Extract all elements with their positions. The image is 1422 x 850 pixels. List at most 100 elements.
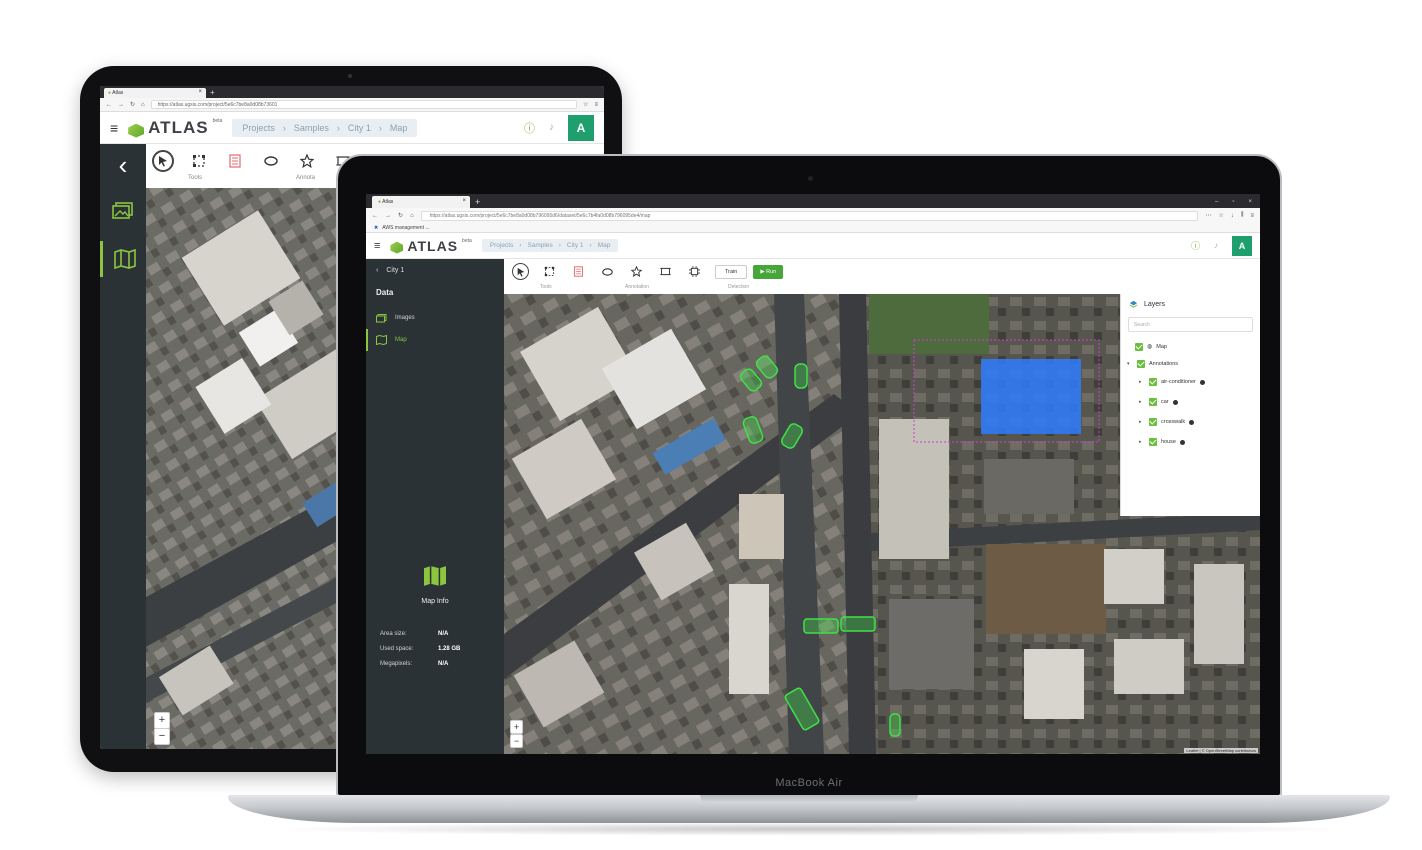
forward-arrow-icon[interactable]: →: [118, 102, 124, 108]
breadcrumb-city[interactable]: City 1: [348, 123, 371, 133]
ellipse-tool-button[interactable]: [599, 263, 616, 280]
help-icon[interactable]: ⓘ: [1191, 239, 1200, 252]
reload-icon[interactable]: ↻: [130, 101, 135, 108]
home-icon[interactable]: ⌂: [410, 213, 414, 219]
forward-arrow-icon[interactable]: →: [385, 213, 391, 219]
address-field[interactable]: https://atlas.ugsis.com/project/5e6c7be8…: [420, 210, 1199, 221]
back-arrow-icon[interactable]: ←: [106, 102, 112, 108]
laptop-browser-tab[interactable]: ● Atlas ×: [372, 196, 470, 208]
atlas-logo-icon: [128, 123, 145, 138]
home-icon[interactable]: ⌂: [141, 102, 145, 108]
layer-crosswalk[interactable]: ▸ crosswalk: [1121, 412, 1260, 432]
tab-title: Atlas: [382, 199, 394, 205]
close-tab-icon[interactable]: ×: [462, 198, 466, 204]
atlas-logo[interactable]: ATLAS beta: [390, 238, 472, 254]
select-tool-button[interactable]: [512, 263, 529, 280]
map-icon: [113, 249, 136, 269]
breadcrumb-projects[interactable]: Projects: [490, 242, 513, 249]
star-icon[interactable]: ☆: [583, 101, 588, 108]
tablet-browser-tabbar: ● Atlas × +: [100, 86, 604, 98]
detection-tool-button[interactable]: [686, 263, 703, 280]
help-icon[interactable]: ⓘ: [524, 120, 535, 136]
breadcrumb-city[interactable]: City 1: [567, 242, 584, 249]
new-tab-icon[interactable]: +: [210, 88, 215, 98]
breadcrumb-map[interactable]: Map: [390, 123, 408, 133]
zoom-out-button[interactable]: −: [154, 728, 170, 745]
breadcrumb-samples[interactable]: Samples: [527, 242, 552, 249]
address-field[interactable]: https://atlas.ugsis.com/project/5e6c7be8…: [150, 100, 578, 109]
select-tool-button[interactable]: [152, 150, 174, 172]
bell-icon[interactable]: ♪: [1214, 241, 1218, 250]
avatar[interactable]: A: [1232, 235, 1252, 256]
download-icon[interactable]: ↓: [1231, 213, 1234, 219]
layers-search-input[interactable]: Search: [1128, 317, 1253, 332]
new-tab-icon[interactable]: +: [475, 196, 480, 208]
tab-favicon-icon: ●: [378, 199, 382, 205]
layer-annotations[interactable]: ▾ Annotations: [1121, 355, 1260, 372]
avatar[interactable]: A: [568, 114, 594, 141]
laptop-app-body: ‹ City 1 Data Images Map Map Info Area s…: [366, 259, 1260, 754]
layer-car[interactable]: ▸ car: [1121, 392, 1260, 412]
menu-icon[interactable]: ≡: [594, 102, 598, 108]
back-to-dataset[interactable]: ‹ City 1: [366, 259, 504, 282]
map-attribution[interactable]: Leaflet | © OpenStreetMap contributors: [1184, 748, 1258, 753]
train-button[interactable]: Train: [715, 265, 748, 279]
sidebar-item-map[interactable]: [100, 241, 146, 277]
caret-down-icon[interactable]: ▾: [1127, 361, 1133, 367]
breadcrumb-map[interactable]: Map: [598, 242, 611, 249]
layer-house[interactable]: ▸ house: [1121, 432, 1260, 452]
hamburger-menu-icon[interactable]: ≡: [110, 120, 118, 136]
close-tab-icon[interactable]: ×: [198, 89, 202, 95]
sidebar-item-images[interactable]: [100, 193, 146, 229]
polygon-tool-button[interactable]: [188, 150, 210, 172]
close-window-icon[interactable]: ×: [1248, 199, 1252, 205]
caret-right-icon[interactable]: ▸: [1139, 419, 1145, 425]
back-chevron-icon[interactable]: ‹: [100, 150, 146, 181]
breadcrumb-projects[interactable]: Projects: [242, 123, 275, 133]
sidebar-section-title: Data: [376, 288, 394, 297]
layer-checkbox[interactable]: [1149, 378, 1157, 386]
layer-checkbox[interactable]: [1149, 418, 1157, 426]
delete-tool-button[interactable]: [224, 150, 246, 172]
bbox-tool-button[interactable]: [657, 263, 674, 280]
sidebar-item-images[interactable]: Images: [366, 307, 504, 329]
sidebar-item-map[interactable]: Map: [366, 329, 504, 351]
back-arrow-icon[interactable]: ←: [372, 213, 378, 219]
polygon-tool-button[interactable]: [541, 263, 558, 280]
layer-checkbox[interactable]: [1137, 359, 1145, 368]
layer-map[interactable]: ◍ Map: [1121, 338, 1260, 355]
tablet-browser-tab[interactable]: ● Atlas ×: [104, 88, 206, 98]
stat-key: Megapixels:: [380, 661, 413, 667]
bell-icon[interactable]: ♪: [549, 122, 554, 133]
hamburger-menu-icon[interactable]: ≡: [374, 240, 380, 252]
reload-icon[interactable]: ↻: [398, 212, 403, 219]
atlas-logo[interactable]: ATLAS beta: [128, 118, 222, 138]
star-tool-button[interactable]: [628, 263, 645, 280]
breadcrumb-samples[interactable]: Samples: [294, 123, 329, 133]
delete-tool-button[interactable]: [570, 263, 587, 280]
star-icon[interactable]: ☆: [1218, 212, 1223, 219]
maximize-icon[interactable]: ▫: [1232, 199, 1234, 205]
layer-checkbox[interactable]: [1149, 398, 1157, 406]
layer-air-conditioner[interactable]: ▸ air-conditioner: [1121, 372, 1260, 392]
laptop-map-view[interactable]: Layers Search ◍ Map ▾ Annotations ▸ air-…: [504, 294, 1260, 754]
bookmark-aws-management[interactable]: AWS management ...: [382, 225, 429, 231]
ellipse-icon: [602, 267, 613, 276]
run-button[interactable]: ▶ Run: [753, 265, 784, 279]
star-tool-button[interactable]: [296, 150, 318, 172]
zoom-in-button[interactable]: +: [154, 712, 170, 729]
caret-right-icon[interactable]: ▸: [1139, 379, 1145, 385]
caret-right-icon[interactable]: ▸: [1139, 439, 1145, 445]
ellipse-icon: [264, 156, 278, 166]
minimize-icon[interactable]: –: [1215, 199, 1218, 205]
menu-icon[interactable]: ≡: [1250, 213, 1254, 219]
ellipse-tool-button[interactable]: [260, 150, 282, 172]
library-icon[interactable]: ⫼: [1241, 212, 1244, 219]
zoom-in-button[interactable]: +: [510, 720, 523, 734]
layer-checkbox[interactable]: [1149, 438, 1157, 446]
layer-checkbox[interactable]: [1135, 342, 1143, 351]
star-icon: [300, 154, 314, 168]
more-icon[interactable]: ⋯: [1205, 212, 1211, 219]
caret-right-icon[interactable]: ▸: [1139, 399, 1145, 405]
zoom-out-button[interactable]: −: [510, 734, 523, 748]
